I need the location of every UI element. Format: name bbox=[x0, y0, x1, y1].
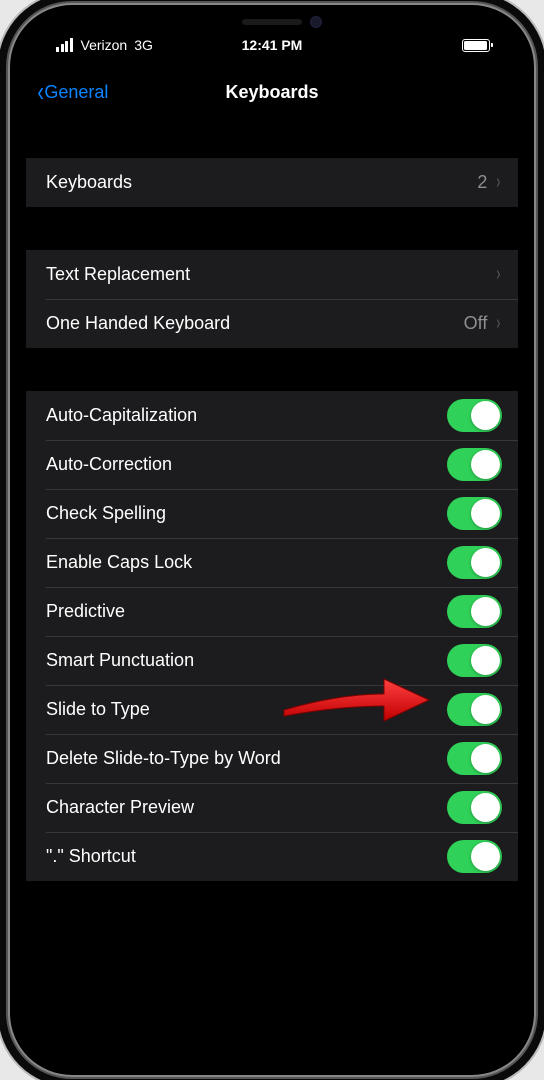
toggle-label: "." Shortcut bbox=[46, 846, 447, 867]
chevron-right-icon: › bbox=[497, 312, 501, 335]
one-handed-value: Off bbox=[464, 313, 488, 334]
battery-icon bbox=[462, 39, 490, 52]
toggle-label: Slide to Type bbox=[46, 699, 447, 720]
toggle-label: Smart Punctuation bbox=[46, 650, 447, 671]
toggle-switch[interactable] bbox=[447, 546, 502, 579]
one-handed-label: One Handed Keyboard bbox=[46, 313, 464, 334]
text-options-group: Text Replacement › One Handed Keyboard O… bbox=[26, 250, 518, 348]
keyboards-row[interactable]: Keyboards 2 › bbox=[26, 158, 518, 207]
toggle-switch[interactable] bbox=[447, 840, 502, 873]
network-label: 3G bbox=[134, 37, 153, 53]
toggle-row[interactable]: Auto-Capitalization bbox=[26, 391, 518, 440]
status-left: Verizon 3G bbox=[56, 37, 153, 53]
toggle-switch[interactable] bbox=[447, 644, 502, 677]
one-handed-row[interactable]: One Handed Keyboard Off › bbox=[26, 299, 518, 348]
toggle-label: Predictive bbox=[46, 601, 447, 622]
nav-bar: ‹ General Keyboards bbox=[26, 69, 518, 115]
carrier-label: Verizon bbox=[81, 37, 128, 53]
keyboards-value: 2 bbox=[477, 172, 487, 193]
toggle-switch[interactable] bbox=[447, 742, 502, 775]
page-title: Keyboards bbox=[225, 82, 318, 103]
toggle-thumb bbox=[471, 744, 500, 773]
toggle-switch[interactable] bbox=[447, 448, 502, 481]
toggle-row[interactable]: "." Shortcut bbox=[26, 832, 518, 881]
signal-icon bbox=[56, 38, 73, 52]
keyboards-label: Keyboards bbox=[46, 172, 477, 193]
toggle-row[interactable]: Enable Caps Lock bbox=[26, 538, 518, 587]
front-camera bbox=[310, 16, 322, 28]
toggle-switch[interactable] bbox=[447, 791, 502, 824]
toggle-label: Auto-Capitalization bbox=[46, 405, 447, 426]
toggle-switch[interactable] bbox=[447, 693, 502, 726]
toggle-label: Character Preview bbox=[46, 797, 447, 818]
back-label: General bbox=[44, 82, 108, 103]
toggle-row[interactable]: Slide to Type bbox=[26, 685, 518, 734]
settings-content[interactable]: Keyboards 2 › Text Replacement › One Han… bbox=[26, 115, 518, 1059]
toggle-group: Auto-Capitalization Auto-Correction Check … bbox=[26, 391, 518, 881]
phone-frame: Verizon 3G 12:41 PM ‹ General Keyboards bbox=[10, 5, 534, 1075]
toggle-thumb bbox=[471, 450, 500, 479]
toggle-label: Auto-Correction bbox=[46, 454, 447, 475]
toggle-row[interactable]: Check Spelling bbox=[26, 489, 518, 538]
toggle-row[interactable]: Predictive bbox=[26, 587, 518, 636]
toggle-row[interactable]: Character Preview bbox=[26, 783, 518, 832]
text-replacement-label: Text Replacement bbox=[46, 264, 495, 285]
toggle-thumb bbox=[471, 548, 500, 577]
speaker-grille bbox=[242, 19, 302, 25]
toggle-label: Delete Slide-to-Type by Word bbox=[46, 748, 447, 769]
toggle-row[interactable]: Delete Slide-to-Type by Word bbox=[26, 734, 518, 783]
text-replacement-row[interactable]: Text Replacement › bbox=[26, 250, 518, 299]
toggle-row[interactable]: Auto-Correction bbox=[26, 440, 518, 489]
toggle-thumb bbox=[471, 401, 500, 430]
status-right bbox=[462, 39, 490, 52]
toggle-thumb bbox=[471, 499, 500, 528]
chevron-right-icon: › bbox=[497, 263, 501, 286]
clock: 12:41 PM bbox=[242, 37, 303, 53]
toggle-thumb bbox=[471, 793, 500, 822]
notch bbox=[162, 5, 382, 39]
toggle-thumb bbox=[471, 597, 500, 626]
toggle-label: Check Spelling bbox=[46, 503, 447, 524]
toggle-thumb bbox=[471, 842, 500, 871]
toggle-switch[interactable] bbox=[447, 497, 502, 530]
toggle-label: Enable Caps Lock bbox=[46, 552, 447, 573]
toggle-thumb bbox=[471, 695, 500, 724]
chevron-right-icon: › bbox=[497, 171, 501, 194]
toggle-switch[interactable] bbox=[447, 399, 502, 432]
chevron-left-icon: ‹ bbox=[37, 78, 44, 106]
screen: Verizon 3G 12:41 PM ‹ General Keyboards bbox=[26, 21, 518, 1059]
toggle-switch[interactable] bbox=[447, 595, 502, 628]
keyboards-group: Keyboards 2 › bbox=[26, 158, 518, 207]
back-button[interactable]: ‹ General bbox=[36, 78, 108, 106]
toggle-thumb bbox=[471, 646, 500, 675]
toggle-row[interactable]: Smart Punctuation bbox=[26, 636, 518, 685]
